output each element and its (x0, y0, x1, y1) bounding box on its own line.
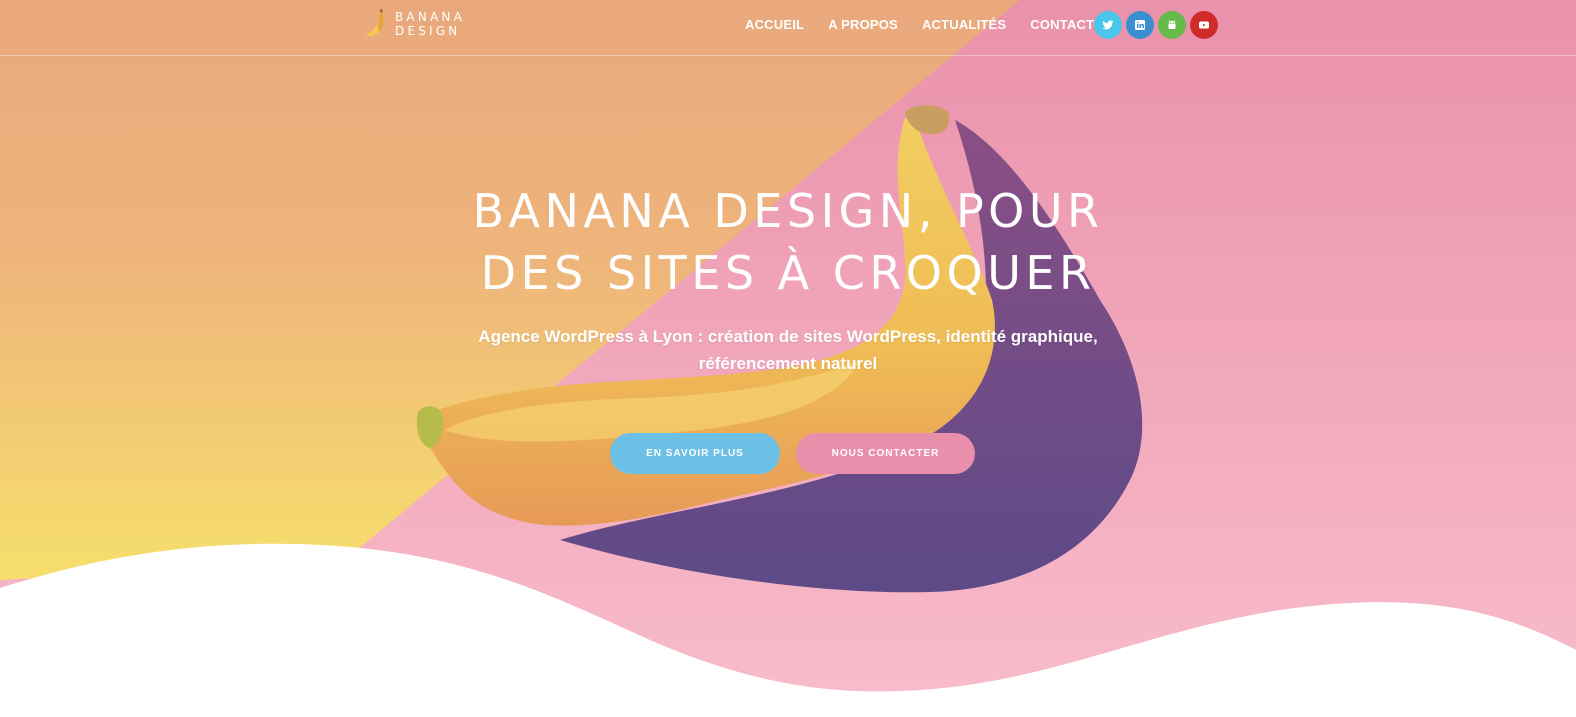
nav-item-contact[interactable]: CONTACT (1030, 17, 1094, 33)
contact-us-button[interactable]: NOUS CONTACTER (796, 433, 975, 474)
youtube-button[interactable] (1190, 11, 1218, 39)
learn-more-button[interactable]: EN SAVOIR PLUS (610, 433, 780, 474)
social-links (1094, 11, 1222, 39)
hero-section: BANANA DESIGN ACCUEIL A PROPOS ACTUALITÉ… (0, 0, 1576, 717)
brand-line-1: BANANA (395, 10, 466, 24)
youtube-icon (1199, 21, 1209, 29)
site-header: BANANA DESIGN ACCUEIL A PROPOS ACTUALITÉ… (0, 0, 1576, 56)
banana-logo-icon (365, 9, 384, 36)
brand-line-2: DESIGN (395, 24, 461, 38)
android-button[interactable] (1158, 11, 1186, 39)
hero-subtitle: Agence WordPress à Lyon : création de si… (438, 323, 1138, 377)
site-logo[interactable]: BANANA DESIGN (363, 8, 465, 40)
hero-subtitle-line-2: référencement naturel (698, 354, 878, 373)
twitter-button[interactable] (1094, 11, 1122, 39)
linkedin-button[interactable] (1126, 11, 1154, 39)
twitter-icon (1102, 20, 1114, 30)
hero-title-line-1: BANANA DESIGN, POUR (472, 184, 1104, 238)
main-nav: ACCUEIL A PROPOS ACTUALITÉS CONTACT (745, 17, 1118, 33)
linkedin-icon (1135, 20, 1145, 30)
android-icon (1168, 19, 1176, 29)
hero-subtitle-line-1: Agence WordPress à Lyon : création de si… (478, 327, 1098, 346)
nav-item-accueil[interactable]: ACCUEIL (745, 17, 804, 33)
nav-item-actualites[interactable]: ACTUALITÉS (922, 17, 1006, 33)
brand-name: BANANA DESIGN (395, 10, 465, 38)
nav-item-a-propos[interactable]: A PROPOS (828, 17, 898, 33)
hero-title-line-2: DES SITES À CROQUER (480, 246, 1096, 300)
hero-title: BANANA DESIGN, POUR DES SITES À CROQUER (388, 180, 1188, 304)
